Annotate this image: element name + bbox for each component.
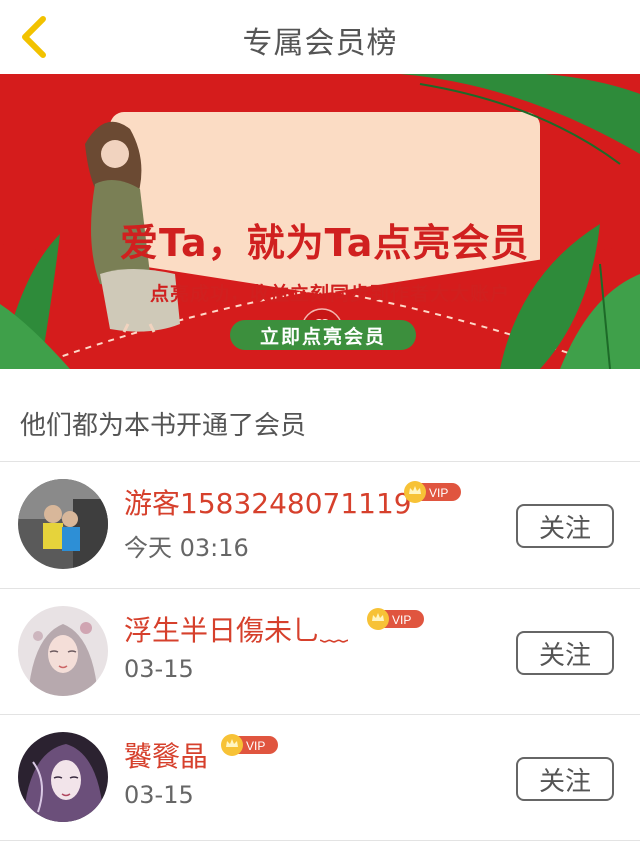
svg-text:VIP: VIP	[429, 486, 448, 500]
avatar-image	[18, 732, 108, 822]
section-label: 他们都为本书开通了会员	[20, 411, 307, 441]
vip-badge: VIP	[404, 481, 461, 503]
avatar[interactable]	[18, 732, 108, 822]
member-name: 游客1583248071119	[124, 487, 412, 520]
vip-badge: VIP	[221, 734, 278, 756]
join-time: 今天 03:16	[124, 534, 249, 562]
member-name: 浮生半日傷未乚﹏	[124, 614, 349, 647]
promo-banner[interactable]: 爱Ta，就为Ta点亮会员 点亮成功，收益立刻同步到作者大大账户 立即点亮会员	[0, 74, 640, 369]
avatar[interactable]	[18, 606, 108, 696]
vip-badge: VIP	[367, 608, 424, 630]
divider	[0, 840, 640, 841]
header: 专属会员榜	[0, 0, 640, 74]
page-title: 专属会员榜	[242, 26, 398, 61]
member-row[interactable]: 游客1583248071119 VIP 今天 03:16 关注	[0, 462, 640, 588]
light-up-membership-button[interactable]: 立即点亮会员	[230, 320, 416, 350]
member-name: 饕餮晶	[124, 740, 209, 773]
avatar-image	[18, 606, 108, 696]
svg-text:VIP: VIP	[246, 739, 265, 753]
member-row[interactable]: 浮生半日傷未乚﹏ VIP 03-15 关注	[0, 589, 640, 715]
svg-text:VIP: VIP	[392, 613, 411, 627]
avatar[interactable]	[18, 479, 108, 569]
avatar-image	[18, 479, 108, 569]
banner-subtitle: 点亮成功，收益立刻同步到作者大大账户	[150, 283, 511, 305]
join-time: 03-15	[124, 781, 194, 809]
follow-button[interactable]: 关注	[516, 757, 614, 801]
follow-button[interactable]: 关注	[516, 631, 614, 675]
follow-button[interactable]: 关注	[516, 504, 614, 548]
member-row[interactable]: 饕餮晶 VIP 03-15 关注	[0, 715, 640, 841]
banner-headline: 爱Ta，就为Ta点亮会员	[120, 221, 530, 265]
join-time: 03-15	[124, 655, 194, 683]
